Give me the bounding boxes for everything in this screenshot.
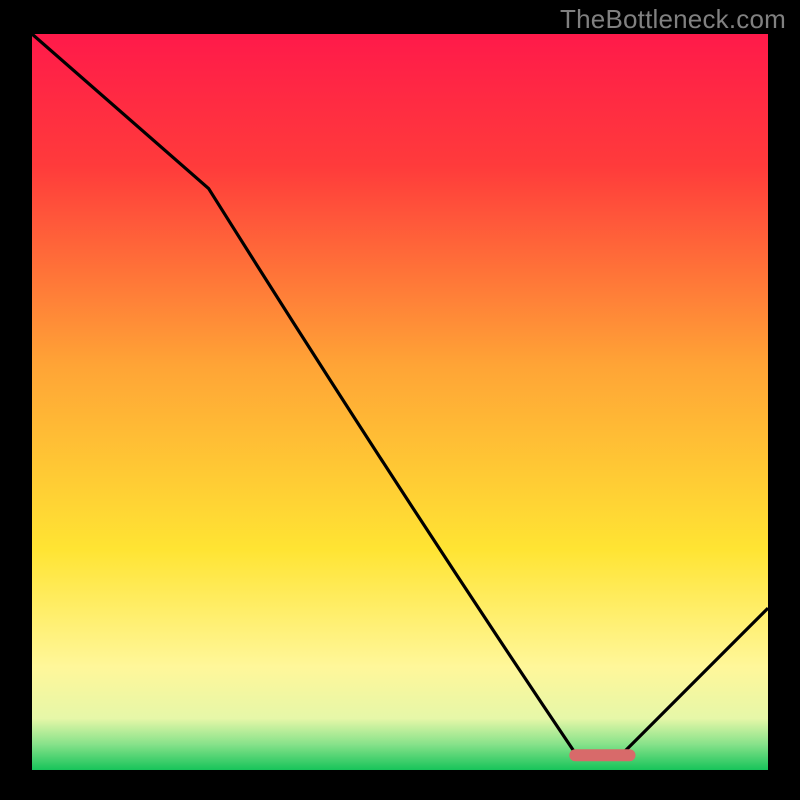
gradient-background bbox=[32, 34, 768, 770]
watermark-text: TheBottleneck.com bbox=[560, 4, 786, 35]
chart-container: TheBottleneck.com bbox=[0, 0, 800, 800]
optimum-marker bbox=[569, 749, 635, 761]
y-axis bbox=[22, 34, 32, 770]
plot-svg bbox=[32, 34, 768, 770]
x-axis bbox=[22, 770, 768, 780]
plot-area bbox=[32, 34, 768, 770]
